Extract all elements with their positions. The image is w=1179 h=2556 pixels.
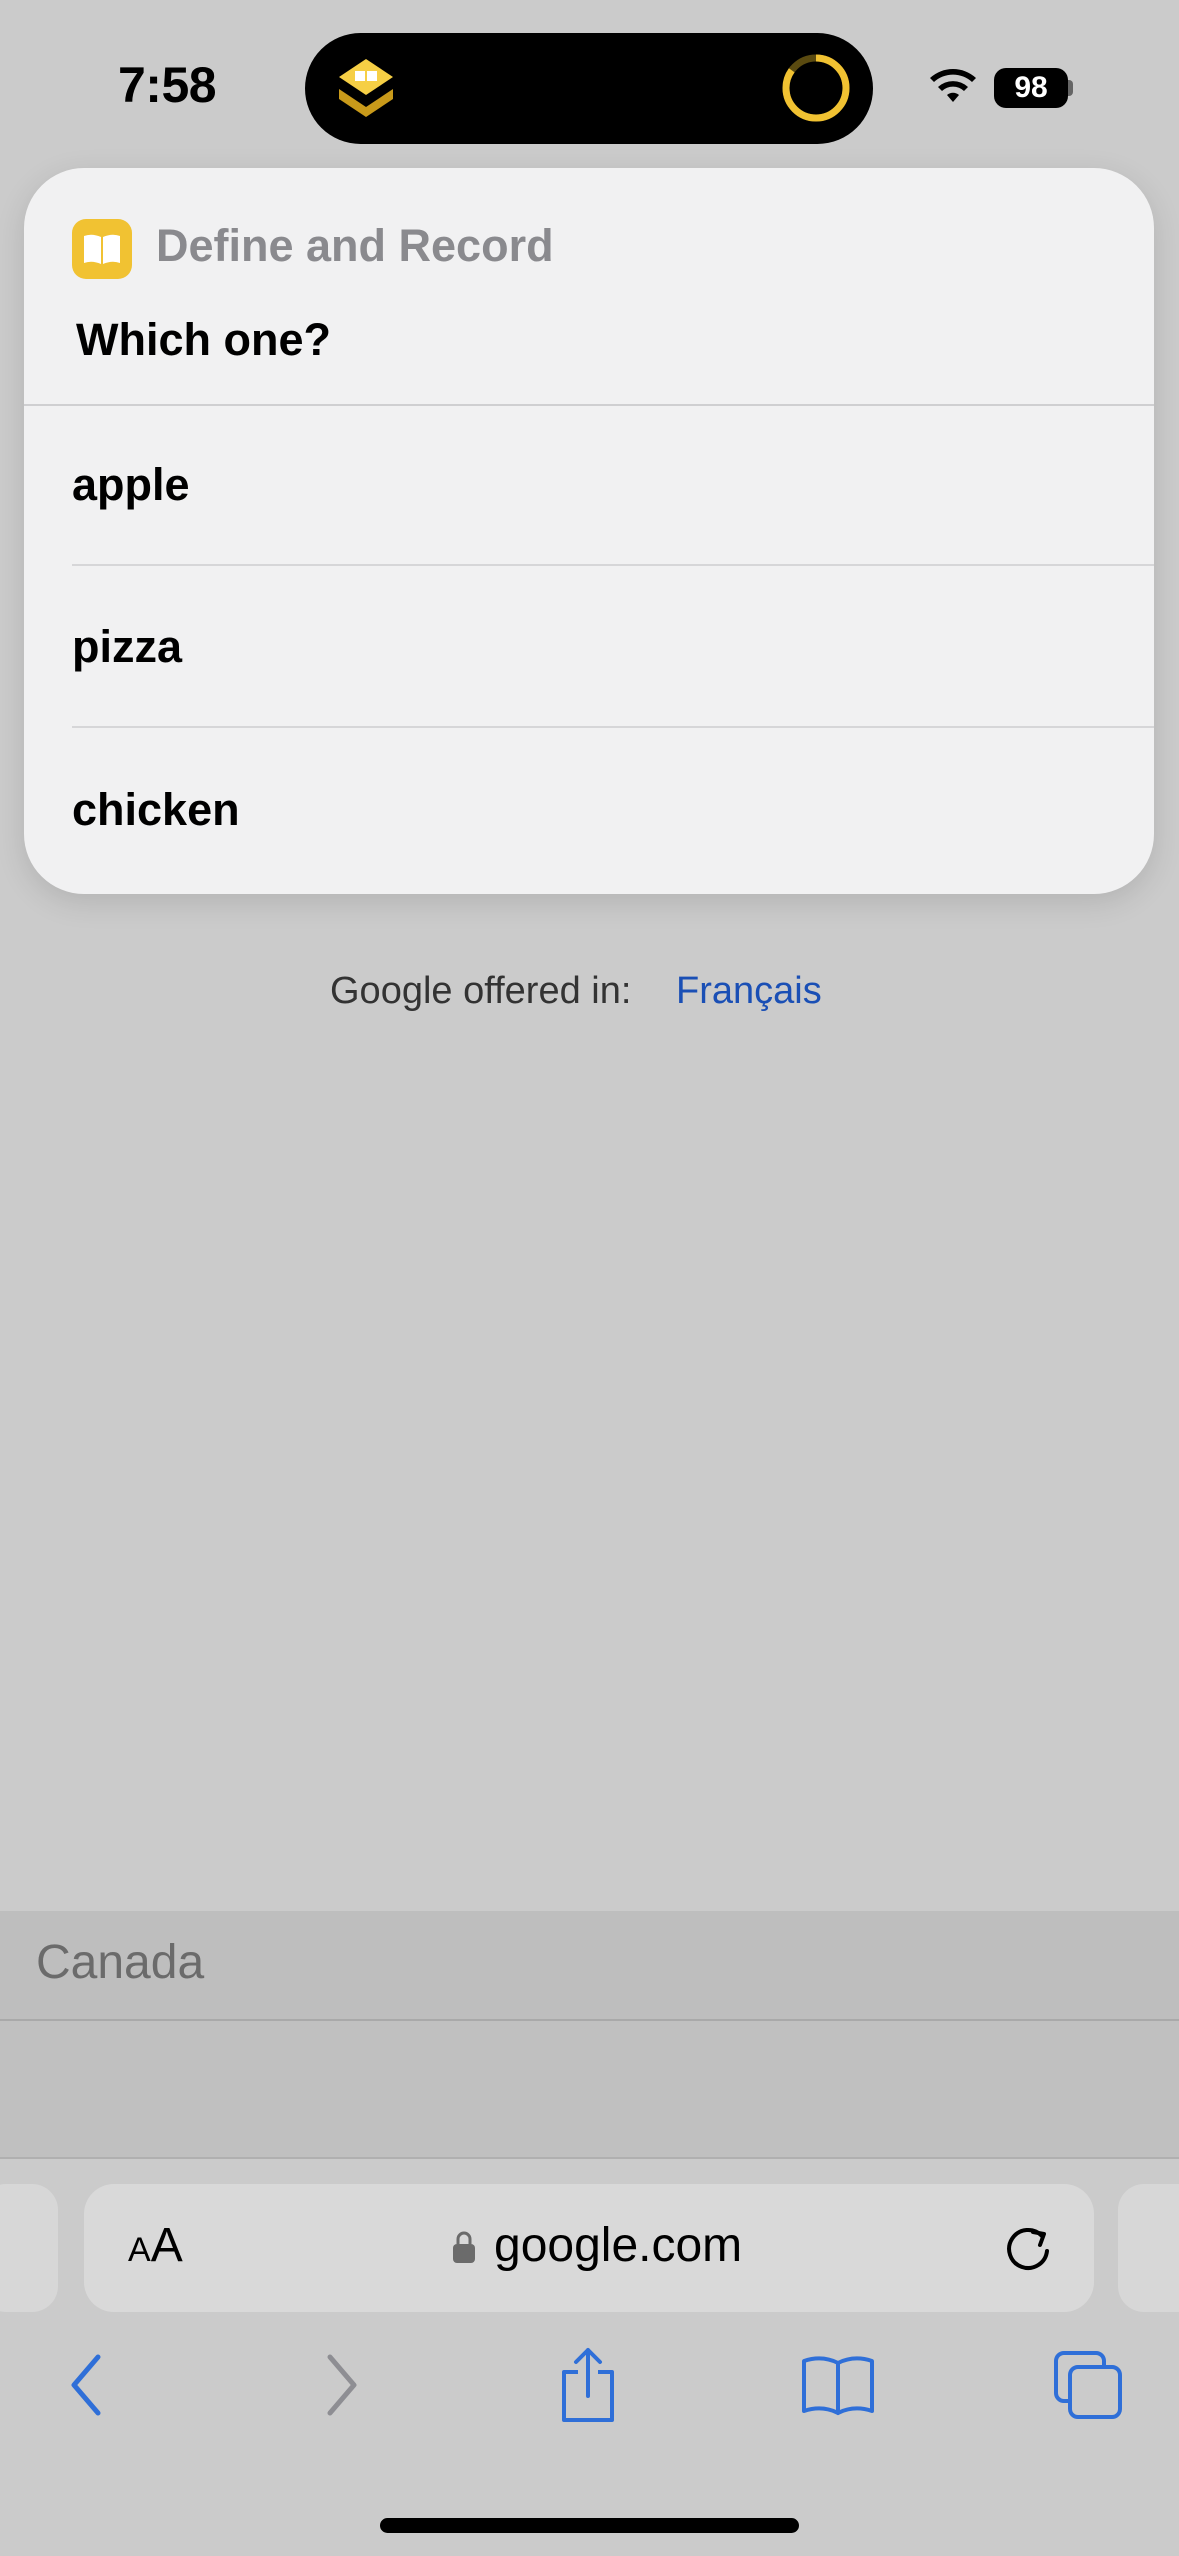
region-text: Canada <box>36 1936 205 1989</box>
home-indicator <box>380 2518 799 2533</box>
wifi-icon <box>930 69 976 102</box>
tabs-icon <box>1054 2351 1122 2419</box>
back-button[interactable] <box>46 2345 126 2425</box>
list-item-option[interactable]: chicken <box>72 730 1154 890</box>
status-time: 7:58 <box>118 57 217 113</box>
share-button[interactable] <box>548 2345 628 2425</box>
reload-icon[interactable] <box>1002 2222 1056 2276</box>
sheet-header: Define and Record Which one? <box>24 168 1154 406</box>
next-tab-peek[interactable] <box>1118 2184 1179 2312</box>
progress-ring-icon <box>782 54 850 122</box>
shortcuts-app-icon <box>339 59 393 117</box>
list-item-option[interactable]: apple <box>72 406 1154 566</box>
forward-button[interactable] <box>302 2345 382 2425</box>
choose-from-list-sheet: Define and Record Which one? apple pizza… <box>24 168 1154 894</box>
app-icon <box>72 219 132 279</box>
language-link[interactable]: Français <box>676 970 822 1013</box>
url-text[interactable]: google.com <box>494 2218 742 2273</box>
chevron-right-icon <box>327 2354 357 2416</box>
share-icon <box>562 2348 614 2422</box>
battery-tip <box>1068 80 1073 96</box>
text-size-button[interactable]: AA <box>128 2222 183 2270</box>
lock-icon <box>453 2231 475 2263</box>
prompt-question: Which one? <box>76 314 331 365</box>
footer-strip <box>0 2021 1179 2159</box>
book-icon <box>84 234 120 264</box>
offered-in-text: Google offered in: <box>330 970 632 1012</box>
chevron-left-icon <box>71 2354 101 2416</box>
previous-tab-peek[interactable] <box>0 2184 58 2312</box>
list-item-option[interactable]: pizza <box>72 568 1154 728</box>
book-icon <box>802 2356 874 2415</box>
address-bar[interactable]: AA google.com <box>84 2184 1094 2312</box>
battery-indicator: 98 <box>994 68 1068 108</box>
app-name: Define and Record <box>156 220 554 271</box>
bookmarks-button[interactable] <box>798 2345 878 2425</box>
dynamic-island[interactable] <box>305 33 873 144</box>
tabs-button[interactable] <box>1048 2345 1128 2425</box>
